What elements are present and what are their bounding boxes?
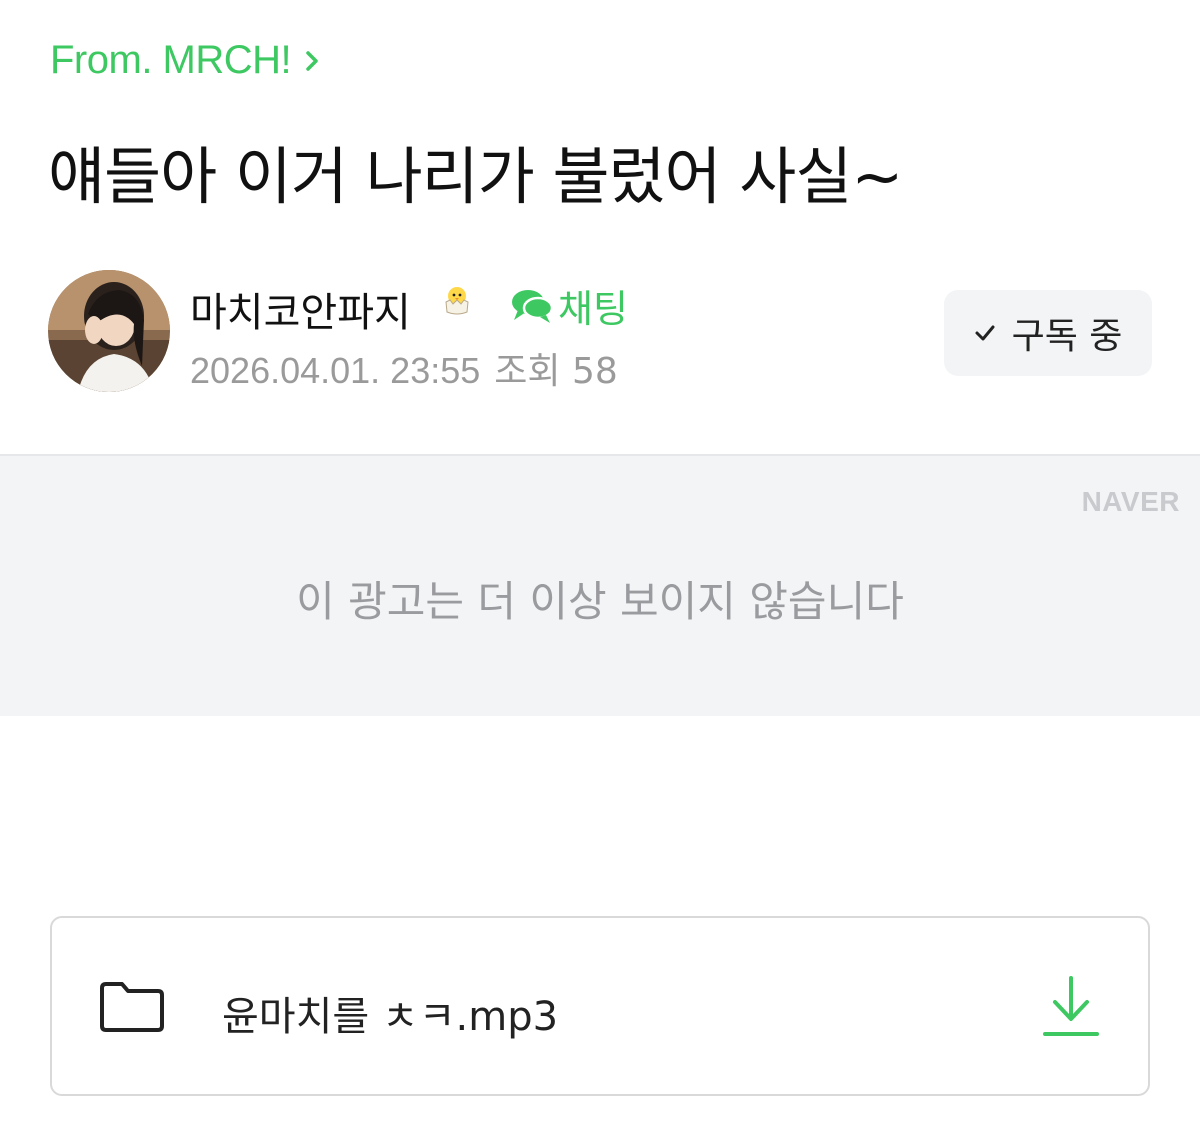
- check-icon: [975, 325, 995, 341]
- download-button[interactable]: [1038, 972, 1104, 1044]
- subscribe-label: 구독 중: [1011, 316, 1123, 357]
- from-channel-label: From. MRCH!: [50, 38, 292, 82]
- author-name[interactable]: 마치코안파지: [190, 280, 411, 338]
- attachment-card[interactable]: 윤마치를 ㅊㅋ.mp3: [50, 916, 1150, 1096]
- chat-label: 채팅: [558, 287, 628, 331]
- ad-hidden-message: 이 광고는 더 이상 보이지 않습니다: [296, 577, 904, 626]
- attachment-file-name: 윤마치를 ㅊㅋ.mp3: [222, 994, 559, 1040]
- subscribe-button[interactable]: 구독 중: [944, 290, 1152, 376]
- ad-area: NAVER 이 광고는 더 이상 보이지 않습니다: [0, 454, 1200, 716]
- hatching-chick-icon: [445, 287, 469, 315]
- post-date: 2026.04.01. 23:55: [190, 350, 481, 391]
- view-count: 조회 58: [494, 351, 618, 392]
- chevron-right-icon: [306, 50, 318, 71]
- chat-bubble-icon: [512, 289, 554, 323]
- chat-button[interactable]: 채팅: [510, 278, 628, 333]
- post-meta: 2026.04.01. 23:55 조회 58: [190, 342, 618, 394]
- author-row: 마치코안파지 채팅 2026.04.01. 23:55 조회 58 구독 중: [48, 268, 1152, 394]
- ad-brand-logo: NAVER: [1081, 486, 1180, 517]
- folder-icon: [100, 982, 164, 1032]
- post-title: 얘들아 이거 나리가 불렀어 사실~: [48, 140, 903, 213]
- download-icon: [1043, 975, 1099, 1036]
- from-channel-link[interactable]: From. MRCH!: [50, 38, 319, 83]
- avatar[interactable]: [48, 270, 170, 392]
